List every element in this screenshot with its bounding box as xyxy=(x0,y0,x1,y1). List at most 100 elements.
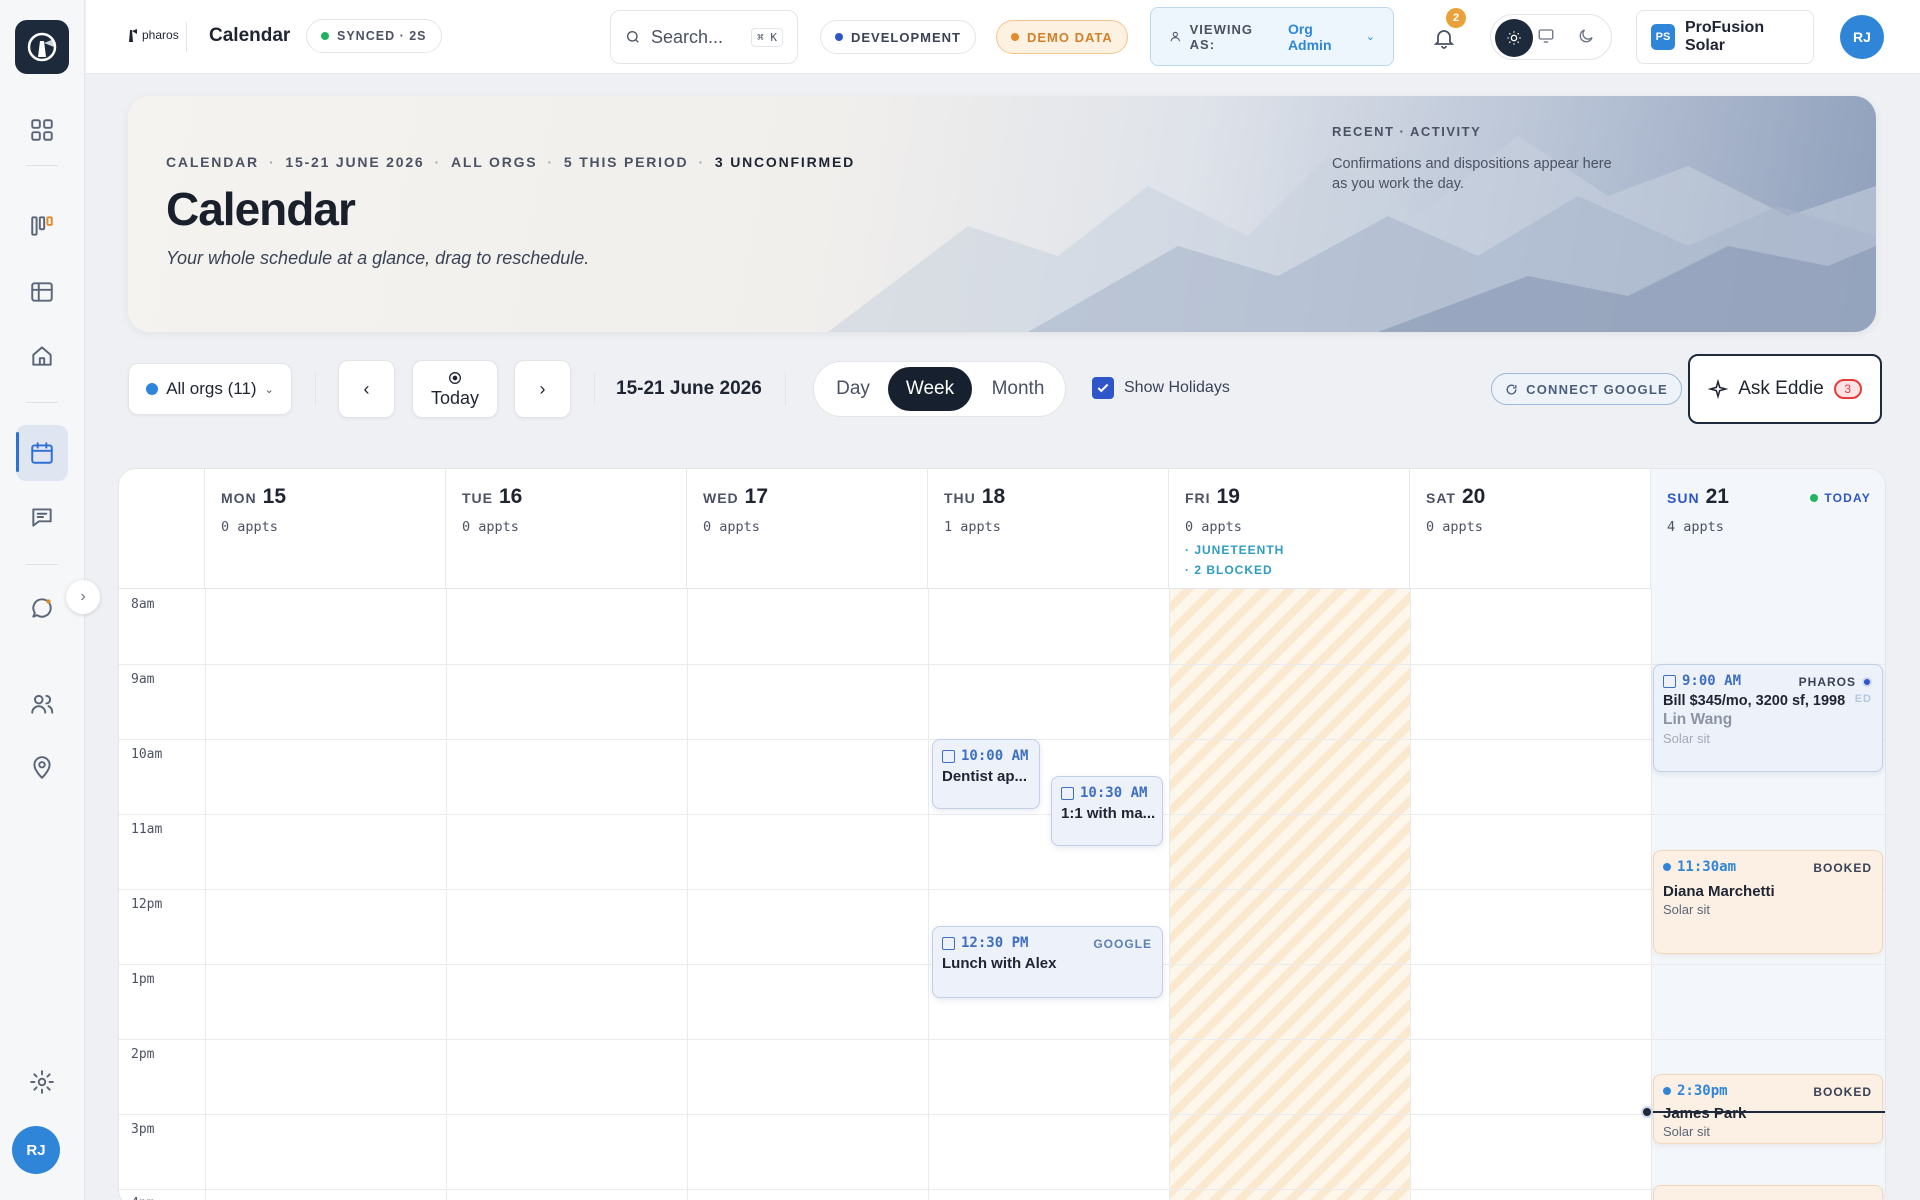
day-number: 16 xyxy=(499,485,523,508)
view-switcher: Day Week Month xyxy=(813,361,1066,417)
chevron-left-icon: ‹ xyxy=(363,378,370,399)
prev-week-button[interactable]: ‹ xyxy=(338,360,395,418)
day-name: THU xyxy=(944,490,976,506)
day-header-mon[interactable]: MON 15 0 appts xyxy=(205,469,446,589)
event-subtitle: Solar sit xyxy=(1663,731,1710,746)
ask-eddie-button[interactable]: Ask Eddie 3 xyxy=(1688,354,1882,424)
sync-status-text: SYNCED · 2S xyxy=(337,29,427,43)
sidebar-collapse-button[interactable]: › xyxy=(66,580,100,614)
event-card[interactable] xyxy=(1653,1185,1883,1200)
user-avatar[interactable]: RJ xyxy=(1840,15,1884,59)
messages-icon[interactable] xyxy=(22,497,62,537)
settings-icon[interactable] xyxy=(22,1062,62,1102)
brand-logo[interactable]: pharos xyxy=(124,27,179,43)
day-header-thu[interactable]: THU 18 1 appts xyxy=(928,469,1169,589)
calendar-small-icon xyxy=(1061,786,1074,800)
hour-label: 3pm xyxy=(131,1122,155,1137)
notifications-button[interactable]: 2 xyxy=(1430,8,1466,52)
location-icon[interactable] xyxy=(22,748,62,788)
search-input[interactable]: Search... ⌘ K xyxy=(610,10,798,64)
calendar-small-icon xyxy=(942,936,955,950)
show-holidays-toggle[interactable]: Show Holidays xyxy=(1092,377,1230,399)
sun-icon[interactable] xyxy=(1495,19,1533,57)
view-week-button[interactable]: Week xyxy=(888,367,972,411)
search-icon xyxy=(627,31,639,43)
chevron-down-icon: ⌄ xyxy=(1365,31,1375,43)
chevron-down-icon: ⌄ xyxy=(264,383,274,396)
app-logo[interactable] xyxy=(15,20,69,74)
sidebar-user-avatar[interactable]: RJ xyxy=(12,1126,60,1174)
event-card[interactable]: 11:30am Diana Marchetti Solar sit BOOKED xyxy=(1653,850,1883,954)
sync-dot-icon xyxy=(321,32,329,40)
target-icon xyxy=(449,371,461,384)
appt-count: 0 appts xyxy=(703,519,760,535)
table-icon[interactable] xyxy=(22,272,62,312)
today-label: Today xyxy=(430,387,480,408)
sidebar-divider xyxy=(26,165,58,166)
event-card[interactable]: 9:00 AM Bill $345/mo, 3200 sf, 1998 Lin … xyxy=(1653,664,1883,772)
sidebar-divider xyxy=(26,402,58,403)
dashboard-icon[interactable] xyxy=(22,110,62,150)
hour-label: 4pm xyxy=(131,1196,154,1200)
activity-title: RECENT · ACTIVITY xyxy=(1332,124,1482,139)
event-card[interactable]: 12:30 PM Lunch with Alex GOOGLE xyxy=(932,926,1163,998)
viewing-as-selector[interactable]: VIEWING AS: Org Admin ⌄ xyxy=(1150,7,1394,66)
connect-google-button[interactable]: CONNECT GOOGLE xyxy=(1491,373,1682,405)
connect-google-label: CONNECT GOOGLE xyxy=(1526,381,1668,397)
day-name: MON xyxy=(221,490,257,506)
chevron-right-icon: › xyxy=(539,378,546,399)
users-icon[interactable] xyxy=(22,684,62,724)
day-header-wed[interactable]: WED 17 0 appts xyxy=(687,469,928,589)
hour-line xyxy=(119,1114,1885,1115)
day-header-sun[interactable]: SUN 21 4 appts TODAY xyxy=(1651,469,1885,589)
today-button[interactable]: Today xyxy=(412,360,498,418)
chat-icon[interactable] xyxy=(22,588,62,628)
event-card[interactable]: 2:30pm James Park Solar sit BOOKED xyxy=(1653,1074,1883,1144)
day-number: 18 xyxy=(981,485,1006,508)
holiday-note: · JUNETEENTH xyxy=(1185,543,1285,557)
hour-label: 9am xyxy=(131,672,155,687)
day-name: TUE xyxy=(462,490,493,506)
search-shortcut: ⌘ K xyxy=(751,27,783,47)
event-card[interactable]: 10:00 AM Dentist ap... xyxy=(932,739,1040,809)
org-filter-dropdown[interactable]: All orgs (11) ⌄ xyxy=(128,363,292,415)
today-dot-icon xyxy=(1810,494,1819,502)
env-badge-text: DEVELOPMENT xyxy=(851,29,961,45)
view-month-button[interactable]: Month xyxy=(974,362,1062,416)
hour-label: 10am xyxy=(131,747,163,762)
calendar-icon[interactable] xyxy=(16,425,68,481)
checkbox-checked-icon[interactable] xyxy=(1092,377,1114,399)
pipeline-icon[interactable] xyxy=(22,206,62,246)
sparkle-icon xyxy=(1708,379,1729,399)
next-week-button[interactable]: › xyxy=(514,360,571,418)
home-icon[interactable] xyxy=(22,336,62,376)
day-header-sat[interactable]: SAT 20 0 appts xyxy=(1410,469,1651,589)
monitor-icon[interactable] xyxy=(1537,27,1555,50)
day-name: SAT xyxy=(1426,490,1456,506)
breadcrumb-item[interactable]: CALENDAR xyxy=(166,154,259,170)
day-header-tue[interactable]: TUE 16 0 appts xyxy=(446,469,687,589)
divider xyxy=(785,372,786,406)
hero-banner: CALENDAR · 15-21 JUNE 2026 · ALL ORGS · 5 T… xyxy=(128,96,1876,332)
org-avatar: PS xyxy=(1651,24,1675,50)
moon-icon[interactable] xyxy=(1577,27,1595,50)
appt-count: 1 appts xyxy=(944,519,1001,535)
show-holidays-label: Show Holidays xyxy=(1124,379,1230,396)
ask-eddie-label: Ask Eddie xyxy=(1738,378,1824,399)
day-header-fri[interactable]: FRI 19 0 appts · JUNETEENTH · 2 BLOCKED xyxy=(1169,469,1410,589)
view-day-button[interactable]: Day xyxy=(814,362,892,416)
event-time: 9:00 AM xyxy=(1682,673,1742,689)
day-name: FRI xyxy=(1185,490,1211,506)
event-status-tag: BOOKED xyxy=(1813,1085,1872,1099)
event-card[interactable]: 10:30 AM 1:1 with ma... xyxy=(1051,776,1163,846)
breadcrumb-item: 3 UNCONFIRMED xyxy=(714,154,855,170)
env-badge: DEVELOPMENT xyxy=(820,20,976,54)
event-time: 12:30 PM xyxy=(961,935,1029,951)
org-switcher[interactable]: PS ProFusion Solar xyxy=(1636,10,1814,64)
sidebar-divider xyxy=(26,564,58,565)
sync-status-badge: SYNCED · 2S xyxy=(306,19,442,53)
viewing-as-value: Org Admin xyxy=(1287,20,1332,53)
event-title: Bill $345/mo, 3200 sf, 1998 xyxy=(1663,693,1846,709)
event-title: James Park xyxy=(1663,1105,1747,1122)
appt-count: 4 appts xyxy=(1667,519,1724,535)
